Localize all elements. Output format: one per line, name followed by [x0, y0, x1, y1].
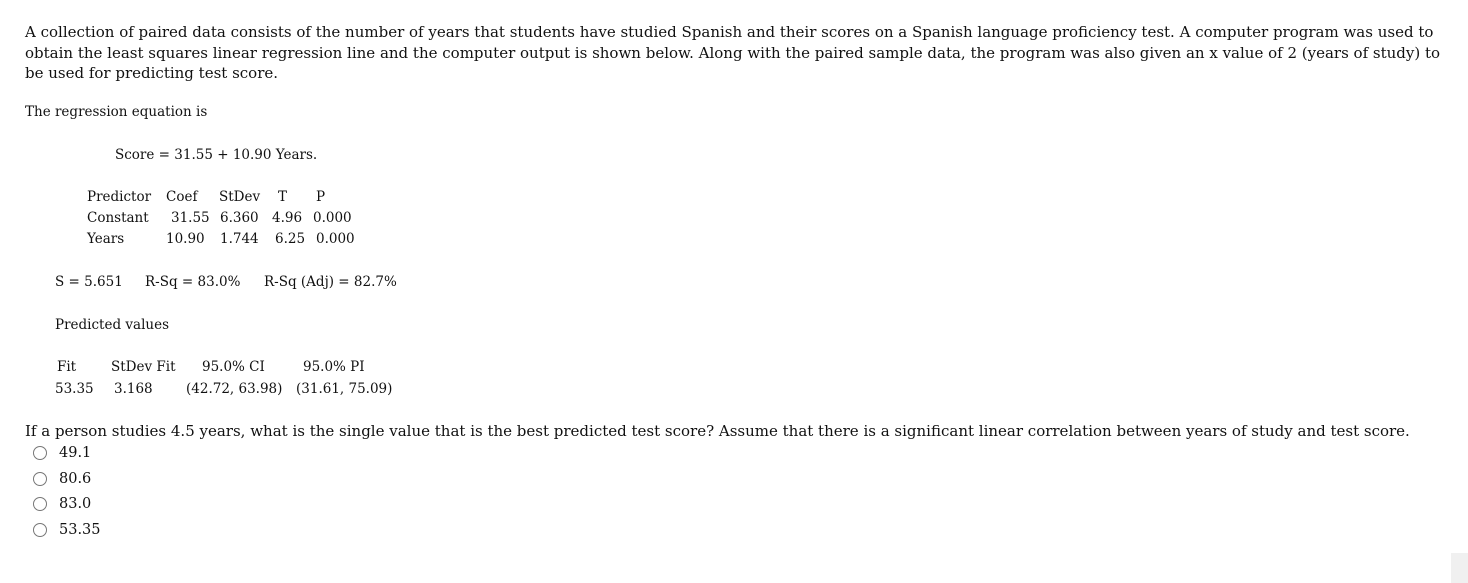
cell: 1.744: [220, 231, 259, 247]
predicted-values-label: Predicted values: [55, 317, 169, 333]
radio-button[interactable]: [33, 523, 47, 537]
cell: 0.000: [316, 231, 355, 247]
header-fit: Fit: [57, 359, 77, 375]
header-stdev-fit: StDev Fit: [111, 359, 176, 375]
option-3[interactable]: 83.0: [33, 496, 91, 512]
option-2[interactable]: 80.6: [33, 471, 91, 487]
problem-intro: A collection of paired data consists of …: [25, 23, 1441, 82]
header-t: T: [278, 189, 288, 205]
header-coef: Coef: [166, 189, 198, 205]
option-1[interactable]: 49.1: [33, 445, 91, 461]
scrollbar[interactable]: [1451, 553, 1468, 583]
radio-button[interactable]: [33, 472, 47, 486]
option-4[interactable]: 53.35: [33, 522, 101, 538]
cell: 3.168: [114, 381, 153, 397]
cell: 31.55: [171, 210, 210, 226]
cell: Years: [87, 231, 125, 247]
cell: 4.96: [272, 210, 303, 226]
cell: (42.72, 63.98): [186, 381, 283, 397]
equation-label: The regression equation is: [25, 104, 208, 120]
stat-rsq-adj: R-Sq (Adj) = 82.7%: [264, 274, 397, 290]
option-label: 80.6: [59, 471, 92, 487]
radio-button[interactable]: [33, 497, 47, 511]
cell: 10.90: [166, 231, 205, 247]
cell: Constant: [87, 210, 149, 226]
cell: (31.61, 75.09): [296, 381, 393, 397]
header-p: P: [316, 189, 326, 205]
header-predictor: Predictor: [87, 189, 152, 205]
option-label: 83.0: [59, 496, 92, 512]
radio-button[interactable]: [33, 446, 47, 460]
header-ci: 95.0% CI: [202, 359, 265, 375]
cell: 6.25: [275, 231, 306, 247]
header-stdev: StDev: [219, 189, 261, 205]
regression-equation: Score = 31.55 + 10.90 Years.: [115, 147, 318, 163]
option-label: 49.1: [59, 445, 92, 461]
cell: 6.360: [220, 210, 259, 226]
stat-rsq: R-Sq = 83.0%: [145, 274, 241, 290]
stat-s: S = 5.651: [55, 274, 123, 290]
cell: 53.35: [55, 381, 94, 397]
question-text: If a person studies 4.5 years, what is t…: [25, 422, 1410, 440]
cell: 0.000: [313, 210, 352, 226]
option-label: 53.35: [59, 522, 101, 538]
header-pi: 95.0% PI: [303, 359, 365, 375]
